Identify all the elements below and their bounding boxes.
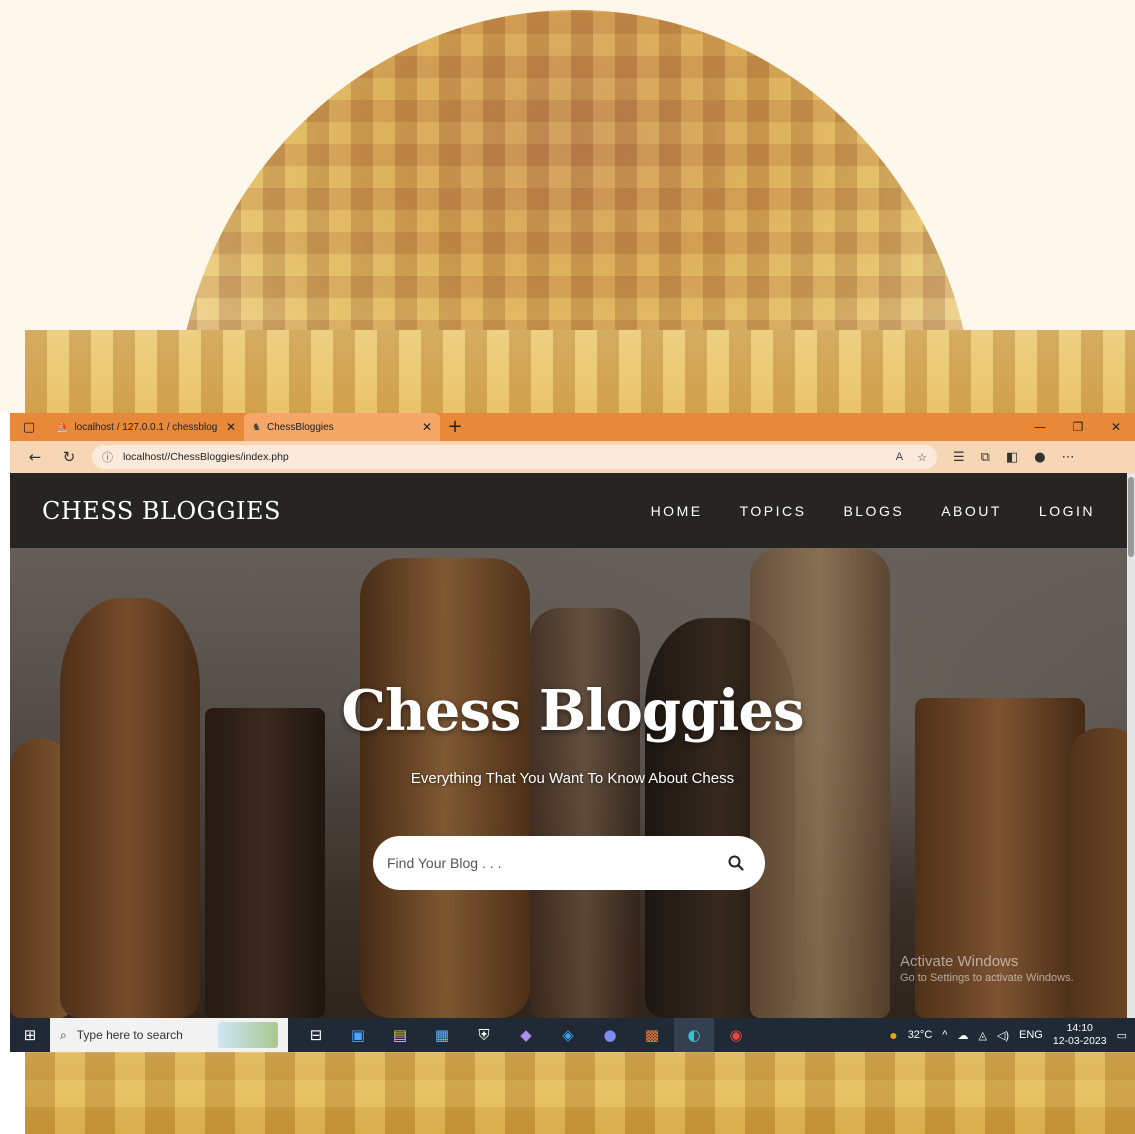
clock-time: 14:10 <box>1066 1022 1093 1034</box>
url-text: localhost//ChessBloggies/index.php <box>123 451 289 463</box>
store-icon[interactable]: ▦ <box>422 1018 462 1052</box>
browser-address-bar: ← ↻ ⓘ localhost//ChessBloggies/index.php… <box>10 441 1135 473</box>
watermark-title: Activate Windows <box>900 953 1019 970</box>
activate-windows-watermark: Activate Windows Go to Settings to activ… <box>900 953 1074 984</box>
windows-taskbar: ⊞ ⌕ Type here to search ⊟ ▣ ▤ ▦ ⛨ ◆ ◈ ● … <box>10 1018 1135 1052</box>
page-scrollbar[interactable] <box>1127 473 1135 1018</box>
edge-icon[interactable]: ◐ <box>674 1018 714 1052</box>
temperature[interactable]: 32°C <box>908 1029 933 1041</box>
nav-login[interactable]: LOGIN <box>1039 503 1095 519</box>
discord-icon[interactable]: ● <box>590 1018 630 1052</box>
site-navbar: CHESS BLOGGIES HOME TOPICS BLOGS ABOUT L… <box>10 473 1135 548</box>
tab-label: ChessBloggies <box>266 421 334 433</box>
browser-toolbar: ☰ ⧉ ◧ ● ⋯ <box>953 450 1075 465</box>
chess-favicon-icon: ♞ <box>252 421 261 433</box>
url-tools: A ☆ <box>896 451 927 464</box>
taskbar-apps: ⊟ ▣ ▤ ▦ ⛨ ◆ ◈ ● ▩ ◐ ◉ <box>296 1018 756 1052</box>
search-highlight-image <box>218 1022 278 1048</box>
phpmyadmin-favicon-icon: ⛵ <box>56 421 69 433</box>
cloud-icon[interactable]: ☁ <box>957 1029 968 1042</box>
tab-phpmyadmin[interactable]: ⛵ localhost / 127.0.0.1 / chessblog ✕ <box>48 413 244 441</box>
back-arrow-icon[interactable]: ← <box>18 448 52 466</box>
pixelated-top-image <box>0 0 1135 413</box>
blog-search-input[interactable] <box>387 855 727 871</box>
tab-close-icon[interactable]: ✕ <box>226 420 236 434</box>
restore-icon[interactable]: ❐ <box>1059 413 1097 441</box>
taskbar-search[interactable]: ⌕ Type here to search <box>50 1018 288 1052</box>
hero-section: Chess Bloggies Everything That You Want … <box>10 548 1135 1018</box>
search-icon[interactable] <box>727 854 745 872</box>
browser-tab-strip: ▢ ⛵ localhost / 127.0.0.1 / chessblog ✕ … <box>10 413 1135 441</box>
window-menu-icon[interactable]: ▢ <box>10 413 48 441</box>
screenshot-frame: ▢ ⛵ localhost / 127.0.0.1 / chessblog ✕ … <box>10 413 1135 1052</box>
language-indicator[interactable]: ENG <box>1019 1029 1043 1041</box>
vscode-icon[interactable]: ◈ <box>548 1018 588 1052</box>
extensions-icon[interactable]: ◧ <box>1006 450 1018 465</box>
url-field[interactable]: ⓘ localhost//ChessBloggies/index.php A ☆ <box>92 445 937 469</box>
tab-label: localhost / 127.0.0.1 / chessblog <box>74 421 218 433</box>
collections-icon[interactable]: ⧉ <box>981 450 990 465</box>
hero-subtitle: Everything That You Want To Know About C… <box>410 770 735 787</box>
new-tab-button[interactable]: + <box>440 413 470 441</box>
weather-icon[interactable]: ● <box>889 1027 897 1043</box>
tray-overflow-icon[interactable]: ^ <box>942 1029 947 1041</box>
notifications-icon[interactable]: ▭ <box>1117 1029 1127 1042</box>
hero-title: Chess Bloggies <box>341 678 804 744</box>
add-favorite-icon[interactable]: ☆ <box>917 451 927 464</box>
file-explorer-icon[interactable]: ▤ <box>380 1018 420 1052</box>
shield-icon[interactable]: ⛨ <box>464 1018 504 1052</box>
nav-home[interactable]: HOME <box>651 503 703 519</box>
task-view-icon[interactable]: ⊟ <box>296 1018 336 1052</box>
watermark-subtitle: Go to Settings to activate Windows. <box>900 972 1074 984</box>
xampp-icon[interactable]: ▩ <box>632 1018 672 1052</box>
windows-start-icon[interactable]: ⊞ <box>10 1026 50 1044</box>
system-tray: ● 32°C ^ ☁ ◬ ◁) ENG 14:10 12-03-2023 ▭ <box>889 1022 1135 1048</box>
blog-search-box <box>373 836 765 890</box>
visual-studio-icon[interactable]: ◆ <box>506 1018 546 1052</box>
pixelated-bottom-image <box>25 1052 1135 1134</box>
favorites-icon[interactable]: ☰ <box>953 450 965 465</box>
website: CHESS BLOGGIES HOME TOPICS BLOGS ABOUT L… <box>10 473 1135 1018</box>
tab-chessbloggies[interactable]: ♞ ChessBloggies ✕ <box>244 413 440 441</box>
site-menu: HOME TOPICS BLOGS ABOUT LOGIN <box>651 503 1095 519</box>
close-window-icon[interactable]: ✕ <box>1097 413 1135 441</box>
minimize-icon[interactable]: — <box>1021 413 1059 441</box>
search-icon: ⌕ <box>60 1027 67 1042</box>
read-aloud-icon[interactable]: A <box>896 451 903 464</box>
window-controls: — ❐ ✕ <box>1021 413 1135 441</box>
more-options-icon[interactable]: ⋯ <box>1062 450 1075 465</box>
tab-close-icon[interactable]: ✕ <box>422 420 432 434</box>
profile-avatar-icon[interactable]: ● <box>1034 450 1045 465</box>
chrome-icon[interactable]: ◉ <box>716 1018 756 1052</box>
site-brand[interactable]: CHESS BLOGGIES <box>42 497 281 525</box>
nav-about[interactable]: ABOUT <box>941 503 1002 519</box>
clock-date: 12-03-2023 <box>1052 1035 1107 1047</box>
volume-icon[interactable]: ◁) <box>997 1029 1009 1042</box>
app-icon[interactable]: ▣ <box>338 1018 378 1052</box>
nav-blogs[interactable]: BLOGS <box>843 503 904 519</box>
pixelated-dome-base <box>25 330 1135 413</box>
site-info-icon[interactable]: ⓘ <box>102 449 113 465</box>
network-icon[interactable]: ◬ <box>978 1029 986 1042</box>
nav-topics[interactable]: TOPICS <box>740 503 807 519</box>
clock[interactable]: 14:10 12-03-2023 <box>1053 1022 1107 1048</box>
refresh-icon[interactable]: ↻ <box>52 448 86 466</box>
scrollbar-thumb[interactable] <box>1128 477 1134 557</box>
taskbar-search-placeholder: Type here to search <box>76 1028 183 1042</box>
